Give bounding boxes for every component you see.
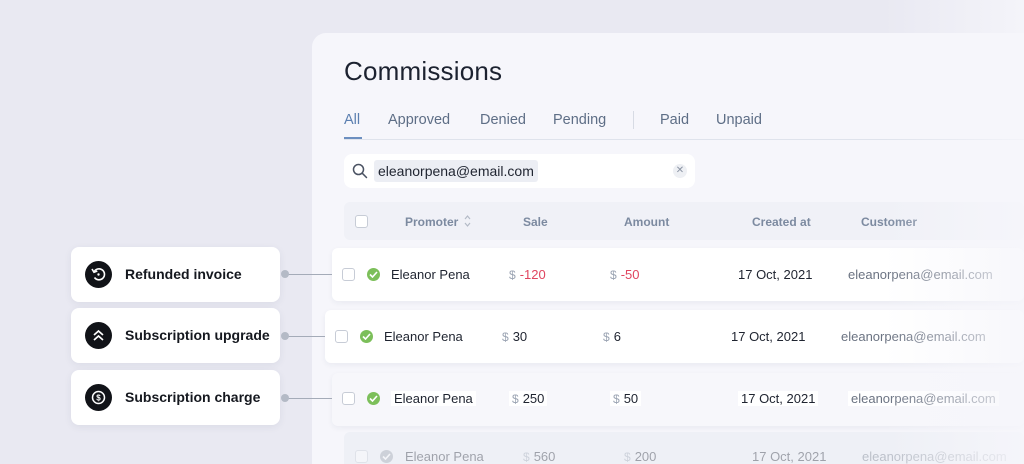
currency-symbol: $ [523, 450, 530, 464]
commission-value: $6 [603, 329, 621, 344]
active-tab-indicator [344, 137, 362, 139]
label-subscription-charge: $ Subscription charge [71, 370, 280, 425]
column-customer: Customer [861, 215, 918, 229]
tab-unpaid[interactable]: Unpaid [716, 112, 762, 128]
page-title: Commissions [344, 56, 503, 86]
select-all-checkbox[interactable] [355, 215, 368, 228]
commission-amount: 6 [613, 329, 621, 344]
currency-symbol: $ [603, 330, 610, 344]
check-circle-icon [380, 450, 393, 463]
refund-icon [85, 261, 112, 288]
label-text: Subscription upgrade [125, 327, 270, 343]
connector-dot [281, 270, 289, 278]
tabs-baseline [344, 139, 1024, 140]
commission-amount: -50 [620, 267, 640, 282]
tab-pending[interactable]: Pending [553, 112, 606, 128]
svg-text:$: $ [96, 394, 101, 403]
row-checkbox[interactable] [355, 450, 368, 463]
connector-dot [281, 394, 289, 402]
label-text: Refunded invoice [125, 266, 242, 282]
sale-amount: 250 [522, 391, 545, 406]
sale-amount: -120 [519, 267, 546, 282]
tab-all[interactable]: All [344, 112, 360, 128]
label-refunded-invoice: Refunded invoice [71, 247, 280, 302]
column-amount: Amount [624, 215, 670, 229]
chevrons-up-icon [85, 322, 112, 349]
sale-value: $560 [523, 449, 555, 464]
row-checkbox[interactable] [335, 330, 348, 343]
column-sale: Sale [523, 215, 548, 229]
row-checkbox[interactable] [342, 268, 355, 281]
created-date: 17 Oct, 2021 [731, 329, 806, 344]
check-circle-icon [367, 392, 380, 405]
close-icon[interactable]: ✕ [673, 164, 687, 178]
created-date: 17 Oct, 2021 [738, 391, 819, 406]
created-date: 17 Oct, 2021 [738, 267, 813, 282]
column-created-at: Created at [752, 215, 811, 229]
customer-email: eleanorpena@email.com [841, 329, 986, 344]
connector-line [284, 274, 332, 275]
customer-email: eleanorpena@email.com [862, 449, 1007, 464]
promoter-name: Eleanor Pena [391, 267, 470, 282]
dollar-coin-icon: $ [85, 384, 112, 411]
search-query-chip[interactable]: eleanorpena@email.com [374, 160, 538, 182]
check-circle-icon [367, 268, 380, 281]
connector-dot [281, 332, 289, 340]
commission-amount: 50 [623, 391, 639, 406]
currency-symbol: $ [613, 392, 620, 406]
currency-symbol: $ [610, 268, 617, 282]
sort-icon[interactable] [464, 214, 471, 228]
search-icon [352, 163, 368, 179]
connector-line [284, 336, 325, 337]
sale-value: $30 [502, 329, 527, 344]
tab-divider [633, 111, 634, 129]
currency-symbol: $ [512, 392, 519, 406]
sale-amount: 30 [512, 329, 528, 344]
currency-symbol: $ [502, 330, 509, 344]
sale-amount: 560 [533, 449, 556, 464]
customer-email: eleanorpena@email.com [848, 391, 999, 406]
column-promoter[interactable]: Promoter [405, 215, 458, 229]
promoter-name: Eleanor Pena [405, 449, 484, 464]
customer-email: eleanorpena@email.com [848, 267, 993, 282]
tab-approved[interactable]: Approved [388, 112, 450, 128]
label-text: Subscription charge [125, 389, 261, 405]
check-circle-icon [360, 330, 373, 343]
currency-symbol: $ [624, 450, 631, 464]
promoter-name: Eleanor Pena [384, 329, 463, 344]
sale-value: $ -120 [509, 267, 546, 282]
currency-symbol: $ [509, 268, 516, 282]
created-date: 17 Oct, 2021 [752, 449, 827, 464]
sale-value: $250 [509, 391, 548, 406]
commission-value: $ -50 [610, 267, 639, 282]
row-checkbox[interactable] [342, 392, 355, 405]
label-subscription-upgrade: Subscription upgrade [71, 308, 280, 363]
commission-value: $50 [610, 391, 642, 406]
promoter-name: Eleanor Pena [391, 391, 476, 406]
tab-paid[interactable]: Paid [660, 112, 689, 128]
connector-line [284, 398, 332, 399]
tab-denied[interactable]: Denied [480, 112, 526, 128]
commission-value: $200 [624, 449, 656, 464]
commission-amount: 200 [634, 449, 657, 464]
